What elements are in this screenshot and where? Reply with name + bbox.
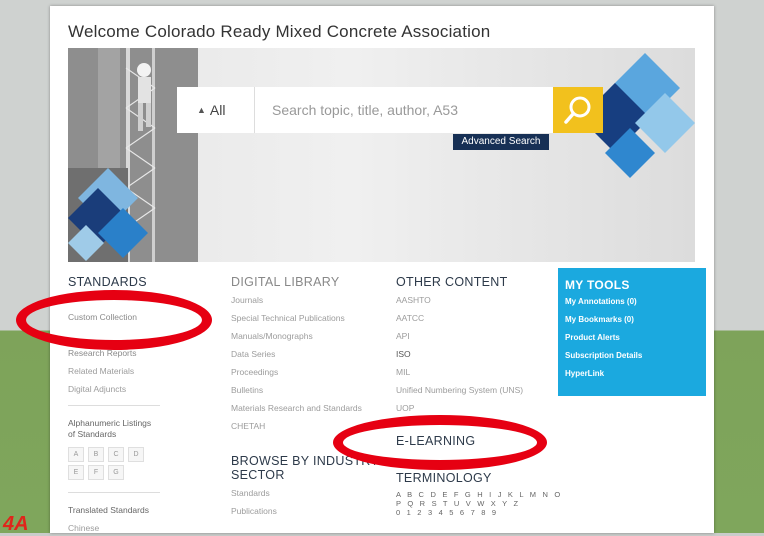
sort-arrows-icon: ▲︎: [197, 105, 206, 115]
advanced-search-link[interactable]: Advanced Search: [453, 134, 549, 150]
standards-link-digital-adjuncts[interactable]: Digital Adjuncts: [68, 384, 126, 394]
other-content-heading: OTHER CONTENT: [396, 275, 508, 289]
browse-link-publications[interactable]: Publications: [231, 506, 277, 516]
standards-divider: [68, 405, 160, 406]
hero-photo-climber: [68, 48, 198, 262]
digital-library-link-proceedings[interactable]: Proceedings: [231, 367, 278, 377]
digital-library-link-bulletins[interactable]: Bulletins: [231, 385, 263, 395]
my-tools-annotations[interactable]: My Annotations (0): [565, 297, 637, 306]
search-icon: [564, 96, 591, 124]
digital-library-link-materials-research[interactable]: Materials Research and Standards: [231, 403, 362, 413]
my-tools-hyperlink[interactable]: HyperLink: [565, 369, 604, 378]
other-content-link-mil[interactable]: MIL: [396, 367, 410, 377]
search-scope-select[interactable]: ▲︎ All: [177, 87, 255, 133]
terminology-letters-row2[interactable]: P Q R S T U V W X Y Z: [396, 499, 520, 508]
search-input[interactable]: [256, 87, 552, 133]
browse-link-standards[interactable]: Standards: [231, 488, 270, 498]
other-content-link-uop[interactable]: UOP: [396, 403, 414, 413]
translated-standards-label: Translated Standards: [68, 505, 149, 515]
alpha-letter-d[interactable]: D: [128, 447, 144, 462]
alpha-letter-e[interactable]: E: [68, 465, 84, 480]
standards-link-related-materials[interactable]: Related Materials: [68, 366, 134, 376]
my-tools-product-alerts[interactable]: Product Alerts: [565, 333, 620, 342]
browse-heading-line2: SECTOR: [231, 468, 285, 482]
other-content-link-aashto[interactable]: AASHTO: [396, 295, 431, 305]
digital-library-heading: DIGITAL LIBRARY: [231, 275, 340, 289]
digital-library-link-stp[interactable]: Special Technical Publications: [231, 313, 345, 323]
digital-library-link-journals[interactable]: Journals: [231, 295, 263, 305]
alpha-letter-g[interactable]: G: [108, 465, 124, 480]
annotation-ellipse-custom-collection: [16, 290, 212, 350]
alphanumeric-listings-label: Alphanumeric Listings of Standards: [68, 418, 152, 439]
terminology-digits-row[interactable]: 0 1 2 3 4 5 6 7 8 9: [396, 508, 498, 517]
digital-library-link-chetah[interactable]: CHETAH: [231, 421, 265, 431]
alpha-divider: [68, 492, 160, 493]
alpha-letter-c[interactable]: C: [108, 447, 124, 462]
my-tools-heading: MY TOOLS: [565, 278, 630, 292]
other-content-link-uns[interactable]: Unified Numbering System (UNS): [396, 385, 523, 395]
search-scope-label: All: [209, 102, 226, 118]
my-tools-bookmarks[interactable]: My Bookmarks (0): [565, 315, 634, 324]
search-button[interactable]: [553, 87, 603, 133]
standards-heading: STANDARDS: [68, 275, 147, 289]
digital-library-link-data-series[interactable]: Data Series: [231, 349, 275, 359]
other-content-link-aatcc[interactable]: AATCC: [396, 313, 424, 323]
alpha-letter-a[interactable]: A: [68, 447, 84, 462]
alpha-letter-f[interactable]: F: [88, 465, 104, 480]
terminology-letters-row1[interactable]: A B C D E F G H I J K L M N O: [396, 490, 562, 499]
my-tools-subscription-details[interactable]: Subscription Details: [565, 351, 642, 360]
annotation-ellipse-elearning: [333, 415, 547, 470]
welcome-heading: Welcome Colorado Ready Mixed Concrete As…: [68, 22, 491, 41]
other-content-link-api[interactable]: API: [396, 331, 410, 341]
digital-library-link-manuals[interactable]: Manuals/Monographs: [231, 331, 313, 341]
alpha-letter-b[interactable]: B: [88, 447, 104, 462]
my-tools-panel: MY TOOLS My Annotations (0) My Bookmarks…: [558, 268, 706, 396]
terminology-heading: TERMINOLOGY: [396, 471, 492, 485]
translated-link-chinese[interactable]: Chinese: [68, 523, 99, 533]
hero-banner: [68, 48, 695, 262]
other-content-link-iso[interactable]: ISO: [396, 349, 411, 359]
